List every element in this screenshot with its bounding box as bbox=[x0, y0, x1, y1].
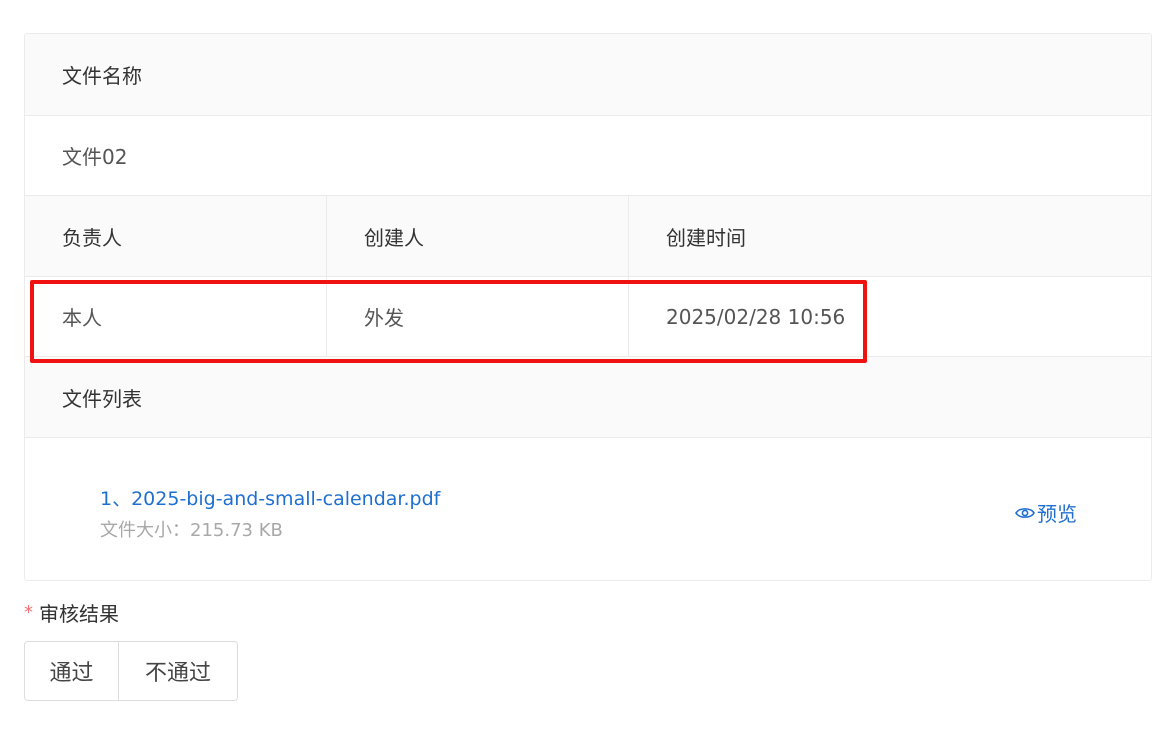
file-name-value-row: 文件02 bbox=[25, 116, 1151, 196]
created-time-label: 创建时间 bbox=[666, 225, 746, 250]
approve-button[interactable]: 通过 bbox=[25, 642, 119, 700]
review-result-options: 通过 不通过 bbox=[24, 641, 238, 701]
page: 文件名称 文件02 负责人 创建人 创建时间 本人 外发 2025/02/28 … bbox=[0, 0, 1166, 745]
file-list: 1、2025-big-and-small-calendar.pdf 文件大小：2… bbox=[25, 438, 1151, 580]
meta-value-row: 本人 外发 2025/02/28 10:56 bbox=[25, 277, 1151, 357]
reject-button[interactable]: 不通过 bbox=[119, 642, 237, 700]
creator-value: 外发 bbox=[327, 277, 629, 356]
file-list-label-row: 文件列表 bbox=[25, 357, 1151, 438]
preview-button[interactable]: 预览 bbox=[1015, 498, 1077, 527]
required-mark: * bbox=[24, 602, 33, 623]
review-result-label: * 审核结果 bbox=[24, 598, 119, 627]
file-link[interactable]: 1、2025-big-and-small-calendar.pdf bbox=[100, 484, 440, 511]
creator-label: 创建人 bbox=[327, 196, 629, 276]
owner-value: 本人 bbox=[25, 277, 327, 356]
review-result-text: 审核结果 bbox=[39, 602, 119, 626]
file-detail-table: 文件名称 文件02 负责人 创建人 创建时间 本人 外发 2025/02/28 … bbox=[24, 33, 1152, 581]
file-list-label: 文件列表 bbox=[62, 386, 142, 411]
preview-label: 预览 bbox=[1037, 502, 1077, 526]
meta-label-row: 负责人 创建人 创建时间 bbox=[25, 196, 1151, 277]
file-size-text: 文件大小：215.73 KB bbox=[100, 520, 283, 541]
file-name-label-row: 文件名称 bbox=[25, 34, 1151, 116]
eye-icon bbox=[1015, 507, 1035, 518]
owner-label: 负责人 bbox=[25, 196, 327, 276]
file-name-value: 文件02 bbox=[62, 145, 128, 169]
file-name-label: 文件名称 bbox=[62, 64, 142, 88]
created-time-value: 2025/02/28 10:56 bbox=[666, 304, 846, 329]
